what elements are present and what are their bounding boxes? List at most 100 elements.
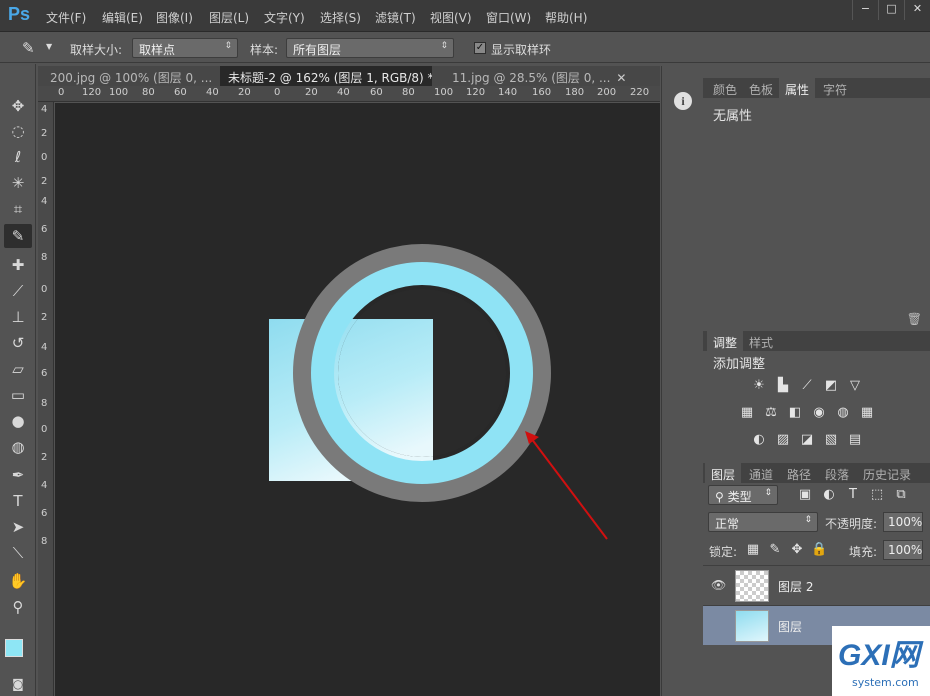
filter-pixel-icon[interactable]: ▣ [797, 487, 813, 503]
info-icon[interactable]: i [674, 92, 692, 110]
menu-type[interactable]: 文字(Y) [264, 9, 305, 26]
sample-layers-select[interactable]: 所有图层 ⇕ [286, 38, 454, 58]
select-arrows-icon: ⇕ [804, 515, 812, 525]
foreground-color-swatch[interactable] [5, 639, 23, 657]
lasso-tool-icon[interactable]: ℓ [4, 145, 32, 169]
crop-tool-icon[interactable]: ⌗ [4, 197, 32, 221]
layer-row[interactable]: 👁 图层 2 [703, 565, 930, 605]
eyedropper-tool-icon[interactable]: ✎ [4, 224, 32, 248]
menu-file[interactable]: 文件(F) [46, 9, 86, 26]
type-tool-icon[interactable]: T [4, 489, 32, 513]
vibrance-icon[interactable]: ▽ [847, 378, 863, 394]
tab-paths[interactable]: 路径 [781, 463, 817, 483]
brush-tool-icon[interactable]: ⟋ [4, 279, 32, 303]
menu-image[interactable]: 图像(I) [156, 9, 193, 26]
menu-edit[interactable]: 编辑(E) [102, 9, 143, 26]
window-controls: − □ ✕ [852, 0, 930, 20]
menu-view[interactable]: 视图(V) [430, 9, 472, 26]
pen-tool-icon[interactable]: ✒ [4, 463, 32, 487]
hue-icon[interactable]: ▦ [739, 405, 755, 421]
filter-smart-object-icon[interactable]: ⧉ [893, 487, 909, 503]
lock-all-icon[interactable]: 🔒 [811, 542, 827, 558]
lock-position-icon[interactable]: ✥ [789, 542, 805, 558]
minimize-button[interactable]: − [852, 0, 878, 20]
filter-shape-icon[interactable]: ⬚ [869, 487, 885, 503]
brightness-icon[interactable]: ☀ [751, 378, 767, 394]
invert-icon[interactable]: ◐ [751, 432, 767, 448]
lookup-icon[interactable]: ▦ [859, 405, 875, 421]
lock-transparency-icon[interactable]: ▦ [745, 542, 761, 558]
horizontal-ruler: 0 120 100 80 60 40 20 0 20 40 60 80 100 … [38, 86, 660, 102]
sample-size-select[interactable]: 取样点 ⇕ [132, 38, 238, 58]
tab-character[interactable]: 字符 [817, 78, 853, 98]
zoom-tool-icon[interactable]: ⚲ [4, 595, 32, 619]
tab-history[interactable]: 历史记录 [857, 463, 917, 483]
close-window-button[interactable]: ✕ [904, 0, 930, 20]
filter-type-icon[interactable]: T [845, 487, 861, 503]
document-canvas[interactable] [55, 103, 660, 696]
photoshop-logo: Ps [8, 4, 31, 24]
menu-layer[interactable]: 图层(L) [209, 9, 249, 26]
gradient-map-icon[interactable]: ▤ [847, 432, 863, 448]
selective-color-icon[interactable]: ▧ [823, 432, 839, 448]
fill-field[interactable]: 100% [883, 540, 923, 560]
menu-help[interactable]: 帮助(H) [545, 9, 587, 26]
photo-filter-icon[interactable]: ◉ [811, 405, 827, 421]
tab-200jpg[interactable]: 200.jpg @ 100% (图层 0, ...✕ [42, 66, 218, 86]
marquee-tool-icon[interactable]: ◌ [4, 119, 32, 143]
threshold-icon[interactable]: ◪ [799, 432, 815, 448]
filter-adjustment-icon[interactable]: ◐ [821, 487, 837, 503]
tab-styles[interactable]: 样式 [743, 331, 779, 351]
menu-filter[interactable]: 滤镜(T) [375, 9, 416, 26]
tab-paragraph[interactable]: 段落 [819, 463, 855, 483]
tab-untitled-2[interactable]: 未标题-2 @ 162% (图层 1, RGB/8) *✕ [220, 66, 432, 86]
path-selection-tool-icon[interactable]: ➤ [4, 515, 32, 539]
eyedropper-preset-icon[interactable]: ✎ [22, 39, 35, 57]
curves-icon[interactable]: ⟋ [799, 378, 815, 394]
eraser-tool-icon[interactable]: ▱ [4, 357, 32, 381]
ruler-tick: 100 [434, 87, 454, 98]
exposure-icon[interactable]: ◩ [823, 378, 839, 394]
tab-properties[interactable]: 属性 [779, 78, 816, 98]
close-icon[interactable]: ✕ [616, 71, 626, 85]
history-brush-tool-icon[interactable]: ↺ [4, 331, 32, 355]
select-arrows-icon: ⇕ [224, 41, 232, 51]
tab-swatches[interactable]: 色板 [743, 78, 779, 98]
tab-11jpg[interactable]: 11.jpg @ 28.5% (图层 0, ... ✕ [444, 66, 640, 86]
healing-brush-tool-icon[interactable]: ✚ [4, 253, 32, 277]
ruler-tick: 120 [466, 87, 486, 98]
trash-icon[interactable]: 🗑 [907, 312, 922, 326]
line-tool-icon[interactable]: ⟍ [4, 541, 32, 565]
clone-stamp-tool-icon[interactable]: ⊥ [4, 305, 32, 329]
layer-name: 图层 2 [778, 580, 814, 594]
dodge-tool-icon[interactable]: ◍ [4, 435, 32, 459]
show-sampling-ring-checkbox[interactable]: ✓ [474, 42, 486, 54]
opacity-field[interactable]: 100% [883, 512, 923, 532]
layer-filter-select[interactable]: ⚲ 类型 ⇕ [708, 485, 778, 505]
lock-pixels-icon[interactable]: ✎ [767, 542, 783, 558]
balance-icon[interactable]: ⚖ [763, 405, 779, 421]
posterize-icon[interactable]: ▨ [775, 432, 791, 448]
chevron-down-icon[interactable]: ▼ [46, 42, 52, 51]
levels-icon[interactable]: ▙ [775, 378, 791, 394]
tab-adjustments[interactable]: 调整 [707, 331, 744, 351]
gradient-tool-icon[interactable]: ▭ [4, 383, 32, 407]
blend-mode-select[interactable]: 正常 ⇕ [708, 512, 818, 532]
maximize-button[interactable]: □ [878, 0, 904, 20]
hand-tool-icon[interactable]: ✋ [4, 569, 32, 593]
bw-icon[interactable]: ◧ [787, 405, 803, 421]
ruler-tick: 60 [174, 87, 187, 98]
tab-layers[interactable]: 图层 [705, 463, 742, 483]
move-tool-icon[interactable]: ✥ [4, 94, 32, 118]
tab-color[interactable]: 颜色 [707, 78, 743, 98]
blur-tool-icon[interactable]: ● [4, 409, 32, 433]
ruler-tick: 6 [41, 224, 48, 235]
eye-icon[interactable]: 👁 [711, 578, 726, 592]
tab-channels[interactable]: 通道 [743, 463, 779, 483]
menu-select[interactable]: 选择(S) [320, 9, 361, 26]
panel-dock-strip: i [661, 66, 703, 696]
mixer-icon[interactable]: ◍ [835, 405, 851, 421]
magic-wand-tool-icon[interactable]: ✳ [4, 171, 32, 195]
quick-mask-icon[interactable]: ◙ [4, 672, 32, 696]
menu-window[interactable]: 窗口(W) [486, 9, 531, 26]
